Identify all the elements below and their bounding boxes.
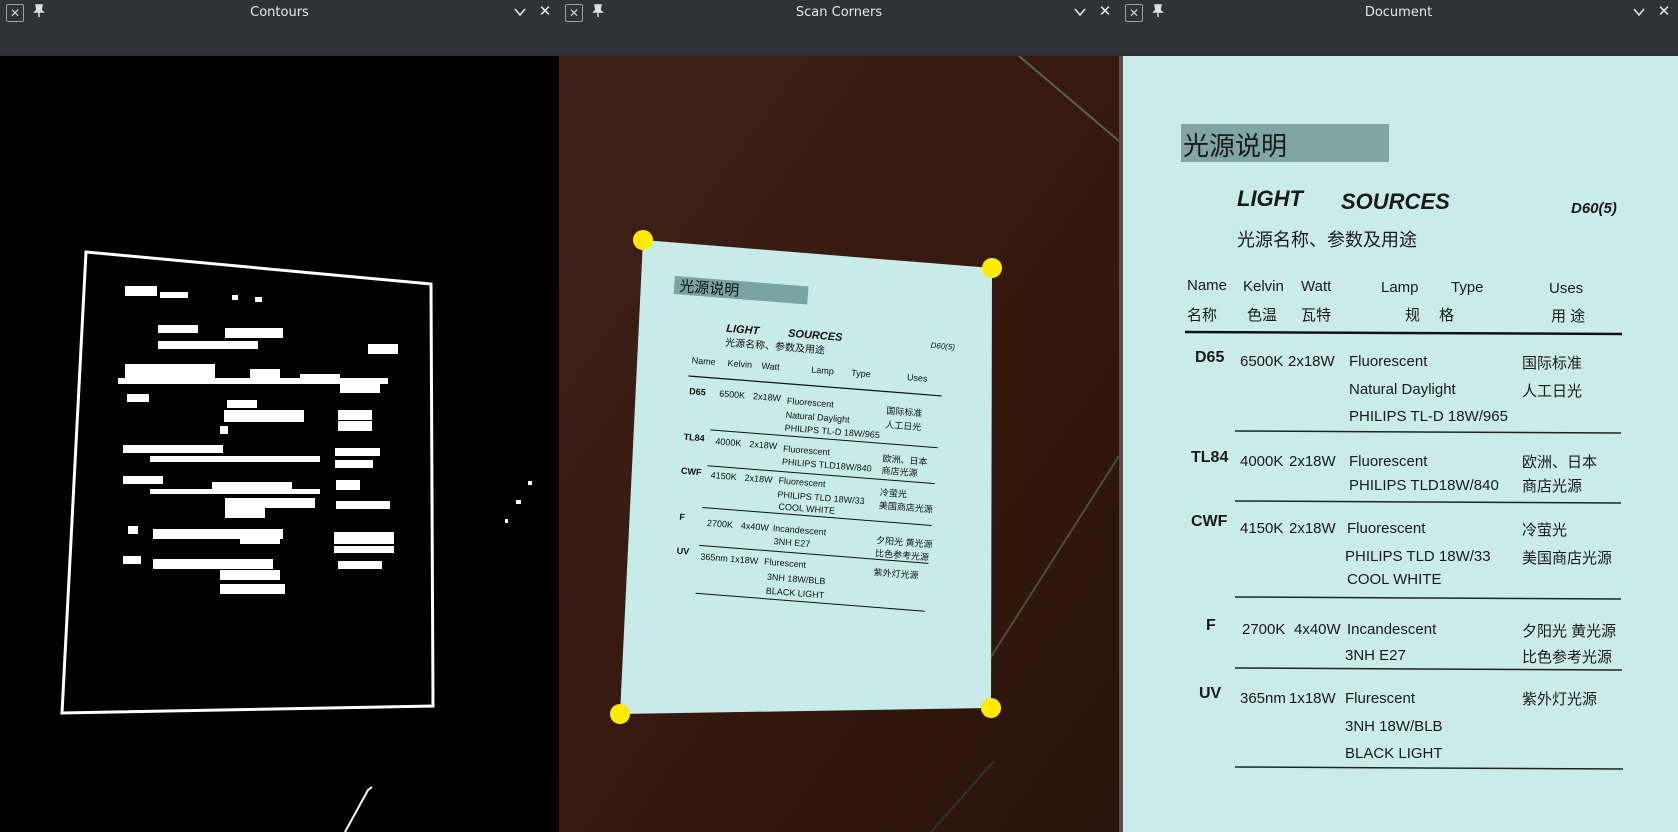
row-tl84-name: TL84: [1191, 449, 1228, 466]
col-type: Type: [851, 368, 871, 380]
contours-titlebar[interactable]: ✕ Contours ✕: [0, 0, 559, 25]
row-d65-name: D65: [689, 386, 706, 397]
row-tl84-uses-1: 欧洲、日本: [1522, 454, 1597, 471]
row-uv-lamp-3: BLACK LIGHT: [1345, 745, 1443, 762]
scan-corners-titlebar[interactable]: ✕ Scan Corners ✕: [559, 0, 1119, 25]
row-cwf-uses-1: 冷萤光: [880, 486, 908, 499]
col-watt: Watt: [761, 361, 780, 372]
row-d65-lamp-2: Natural Daylight: [1349, 381, 1457, 398]
row-uv-watt: 1x18W: [1289, 690, 1337, 707]
close-icon[interactable]: ✕: [1657, 4, 1671, 19]
col-kelvin-cn: 色温: [1247, 307, 1277, 324]
row-f-lamp-2: 3NH E27: [1345, 647, 1406, 664]
col-uses: Uses: [907, 372, 929, 384]
row-d65-lamp-1: Fluorescent: [1349, 353, 1428, 370]
corner-handle-bottom-left[interactable]: [610, 704, 630, 724]
row-f-uses-1: 夕阳光 黄光源: [1522, 623, 1616, 640]
doc-header-cn: 光源说明: [1183, 131, 1287, 161]
row-cwf-lamp-2: PHILIPS TLD 18W/33: [1345, 548, 1491, 565]
chevron-down-icon[interactable]: [513, 5, 527, 19]
close-icon[interactable]: ✕: [538, 4, 552, 19]
window-title: Document: [1364, 5, 1433, 20]
scan-corners-window: ✕ Scan Corners ✕ 光源说明 LIGHT SOURCES D60(…: [559, 0, 1119, 832]
row-cwf-name: CWF: [1191, 513, 1228, 530]
col-watt: Watt: [1301, 278, 1332, 295]
col-type-cn-2: 格: [1439, 307, 1454, 324]
col-kelvin: Kelvin: [1243, 278, 1284, 295]
chevron-down-icon[interactable]: [1073, 5, 1087, 19]
row-tl84-kelvin: 4000K: [1240, 453, 1283, 470]
doc-title-sources: SOURCES: [1341, 189, 1450, 214]
col-uses: Uses: [1549, 280, 1583, 297]
document-canvas: 光源说明 LIGHT SOURCES D60(5) 光源名称、参数及用途 Nam…: [1119, 56, 1678, 832]
row-f-name: F: [1206, 617, 1216, 634]
col-type-cn-1: 规: [1405, 307, 1420, 324]
row-f-lamp-1: Incandescent: [1347, 621, 1437, 638]
row-cwf-uses-1: 冷萤光: [1522, 522, 1567, 539]
row-uv-name: UV: [676, 546, 689, 557]
row-tl84-lamp-2: PHILIPS TLD18W/840: [1349, 477, 1499, 494]
row-d65-watt: 2x18W: [1288, 353, 1336, 370]
window-title: Contours: [250, 5, 309, 20]
row-uv-lamp-2: 3NH 18W/BLB: [1345, 718, 1443, 735]
corner-handle-bottom-right[interactable]: [981, 698, 1001, 718]
col-uses-cn: 用 途: [1551, 308, 1585, 325]
document-window: ✕ Document ✕ 光源说明 LIGHT SOURCES D60(5) 光…: [1119, 0, 1678, 832]
contour-image: [0, 56, 559, 832]
row-cwf-lamp-3: COOL WHITE: [1347, 571, 1441, 588]
warped-document: 光源说明 LIGHT SOURCES D60(5) 光源名称、参数及用途 Nam…: [1119, 56, 1678, 832]
close-icon[interactable]: ✕: [1098, 4, 1112, 19]
row-d65-kelvin: 6500K: [719, 388, 746, 400]
doc-title-light: LIGHT: [1237, 186, 1305, 211]
row-d65-kelvin: 6500K: [1240, 353, 1283, 370]
document-toolbar: [1119, 25, 1678, 56]
col-name: Name: [691, 355, 716, 367]
scan-corners-canvas: 光源说明 LIGHT SOURCES D60(5) 光源名称、参数及用途 Nam…: [559, 55, 1119, 832]
row-uv-lamp-1: Flurescent: [1345, 690, 1416, 707]
row-cwf-kelvin: 4150K: [1240, 520, 1283, 537]
col-kelvin: Kelvin: [727, 358, 752, 370]
row-cwf-kelvin: 4150K: [710, 470, 737, 482]
col-type: Type: [1451, 279, 1484, 296]
row-tl84-name: TL84: [683, 432, 705, 444]
row-uv-uses-1: 紫外灯光源: [1522, 691, 1597, 708]
col-name: Name: [1187, 277, 1227, 294]
contours-canvas: [0, 56, 559, 832]
row-cwf-watt: 2x18W: [1289, 520, 1337, 537]
row-f-watt: 4x40W: [1294, 621, 1342, 638]
row-tl84-watt: 2x18W: [1289, 453, 1337, 470]
document-titlebar[interactable]: ✕ Document ✕: [1119, 0, 1678, 25]
photo-with-corners: 光源说明 LIGHT SOURCES D60(5) 光源名称、参数及用途 Nam…: [559, 55, 1119, 832]
row-tl84-kelvin: 4000K: [715, 436, 742, 448]
row-d65-name: D65: [1195, 349, 1224, 366]
scan-corners-toolbar: [559, 25, 1119, 56]
row-cwf-lamp-1: Fluorescent: [1347, 520, 1426, 537]
row-f-kelvin: 2700K: [707, 518, 734, 530]
col-name-cn: 名称: [1187, 307, 1217, 324]
col-lamp: Lamp: [811, 365, 834, 377]
row-uv-name: UV: [1199, 685, 1222, 702]
row-d65-uses-2: 人工日光: [1522, 383, 1582, 400]
col-watt-cn: 瓦特: [1301, 307, 1331, 324]
row-f-kelvin: 2700K: [1242, 621, 1285, 638]
contours-window: ✕ Contours ✕: [0, 0, 559, 832]
row-d65-lamp-3: PHILIPS TL-D 18W/965: [1349, 408, 1508, 425]
chevron-down-icon[interactable]: [1632, 5, 1646, 19]
row-cwf-name: CWF: [681, 466, 703, 478]
doc-subtitle: 光源名称、参数及用途: [1237, 230, 1417, 250]
row-tl84-lamp-1: Fluorescent: [1349, 453, 1428, 470]
row-f-uses-2: 比色参考光源: [1522, 649, 1612, 666]
row-tl84-uses-2: 商店光源: [1522, 478, 1582, 495]
window-title: Scan Corners: [795, 5, 883, 20]
doc-code: D60(5): [1571, 200, 1617, 217]
corner-handle-top-left[interactable]: [633, 230, 653, 250]
row-cwf-uses-2: 美国商店光源: [1522, 550, 1612, 567]
contours-toolbar: [0, 25, 559, 56]
row-uv-kelvin: 365nm: [1240, 690, 1286, 707]
col-lamp: Lamp: [1381, 279, 1419, 296]
row-d65-uses-1: 国际标准: [1522, 355, 1582, 372]
corner-handle-top-right[interactable]: [982, 258, 1002, 278]
